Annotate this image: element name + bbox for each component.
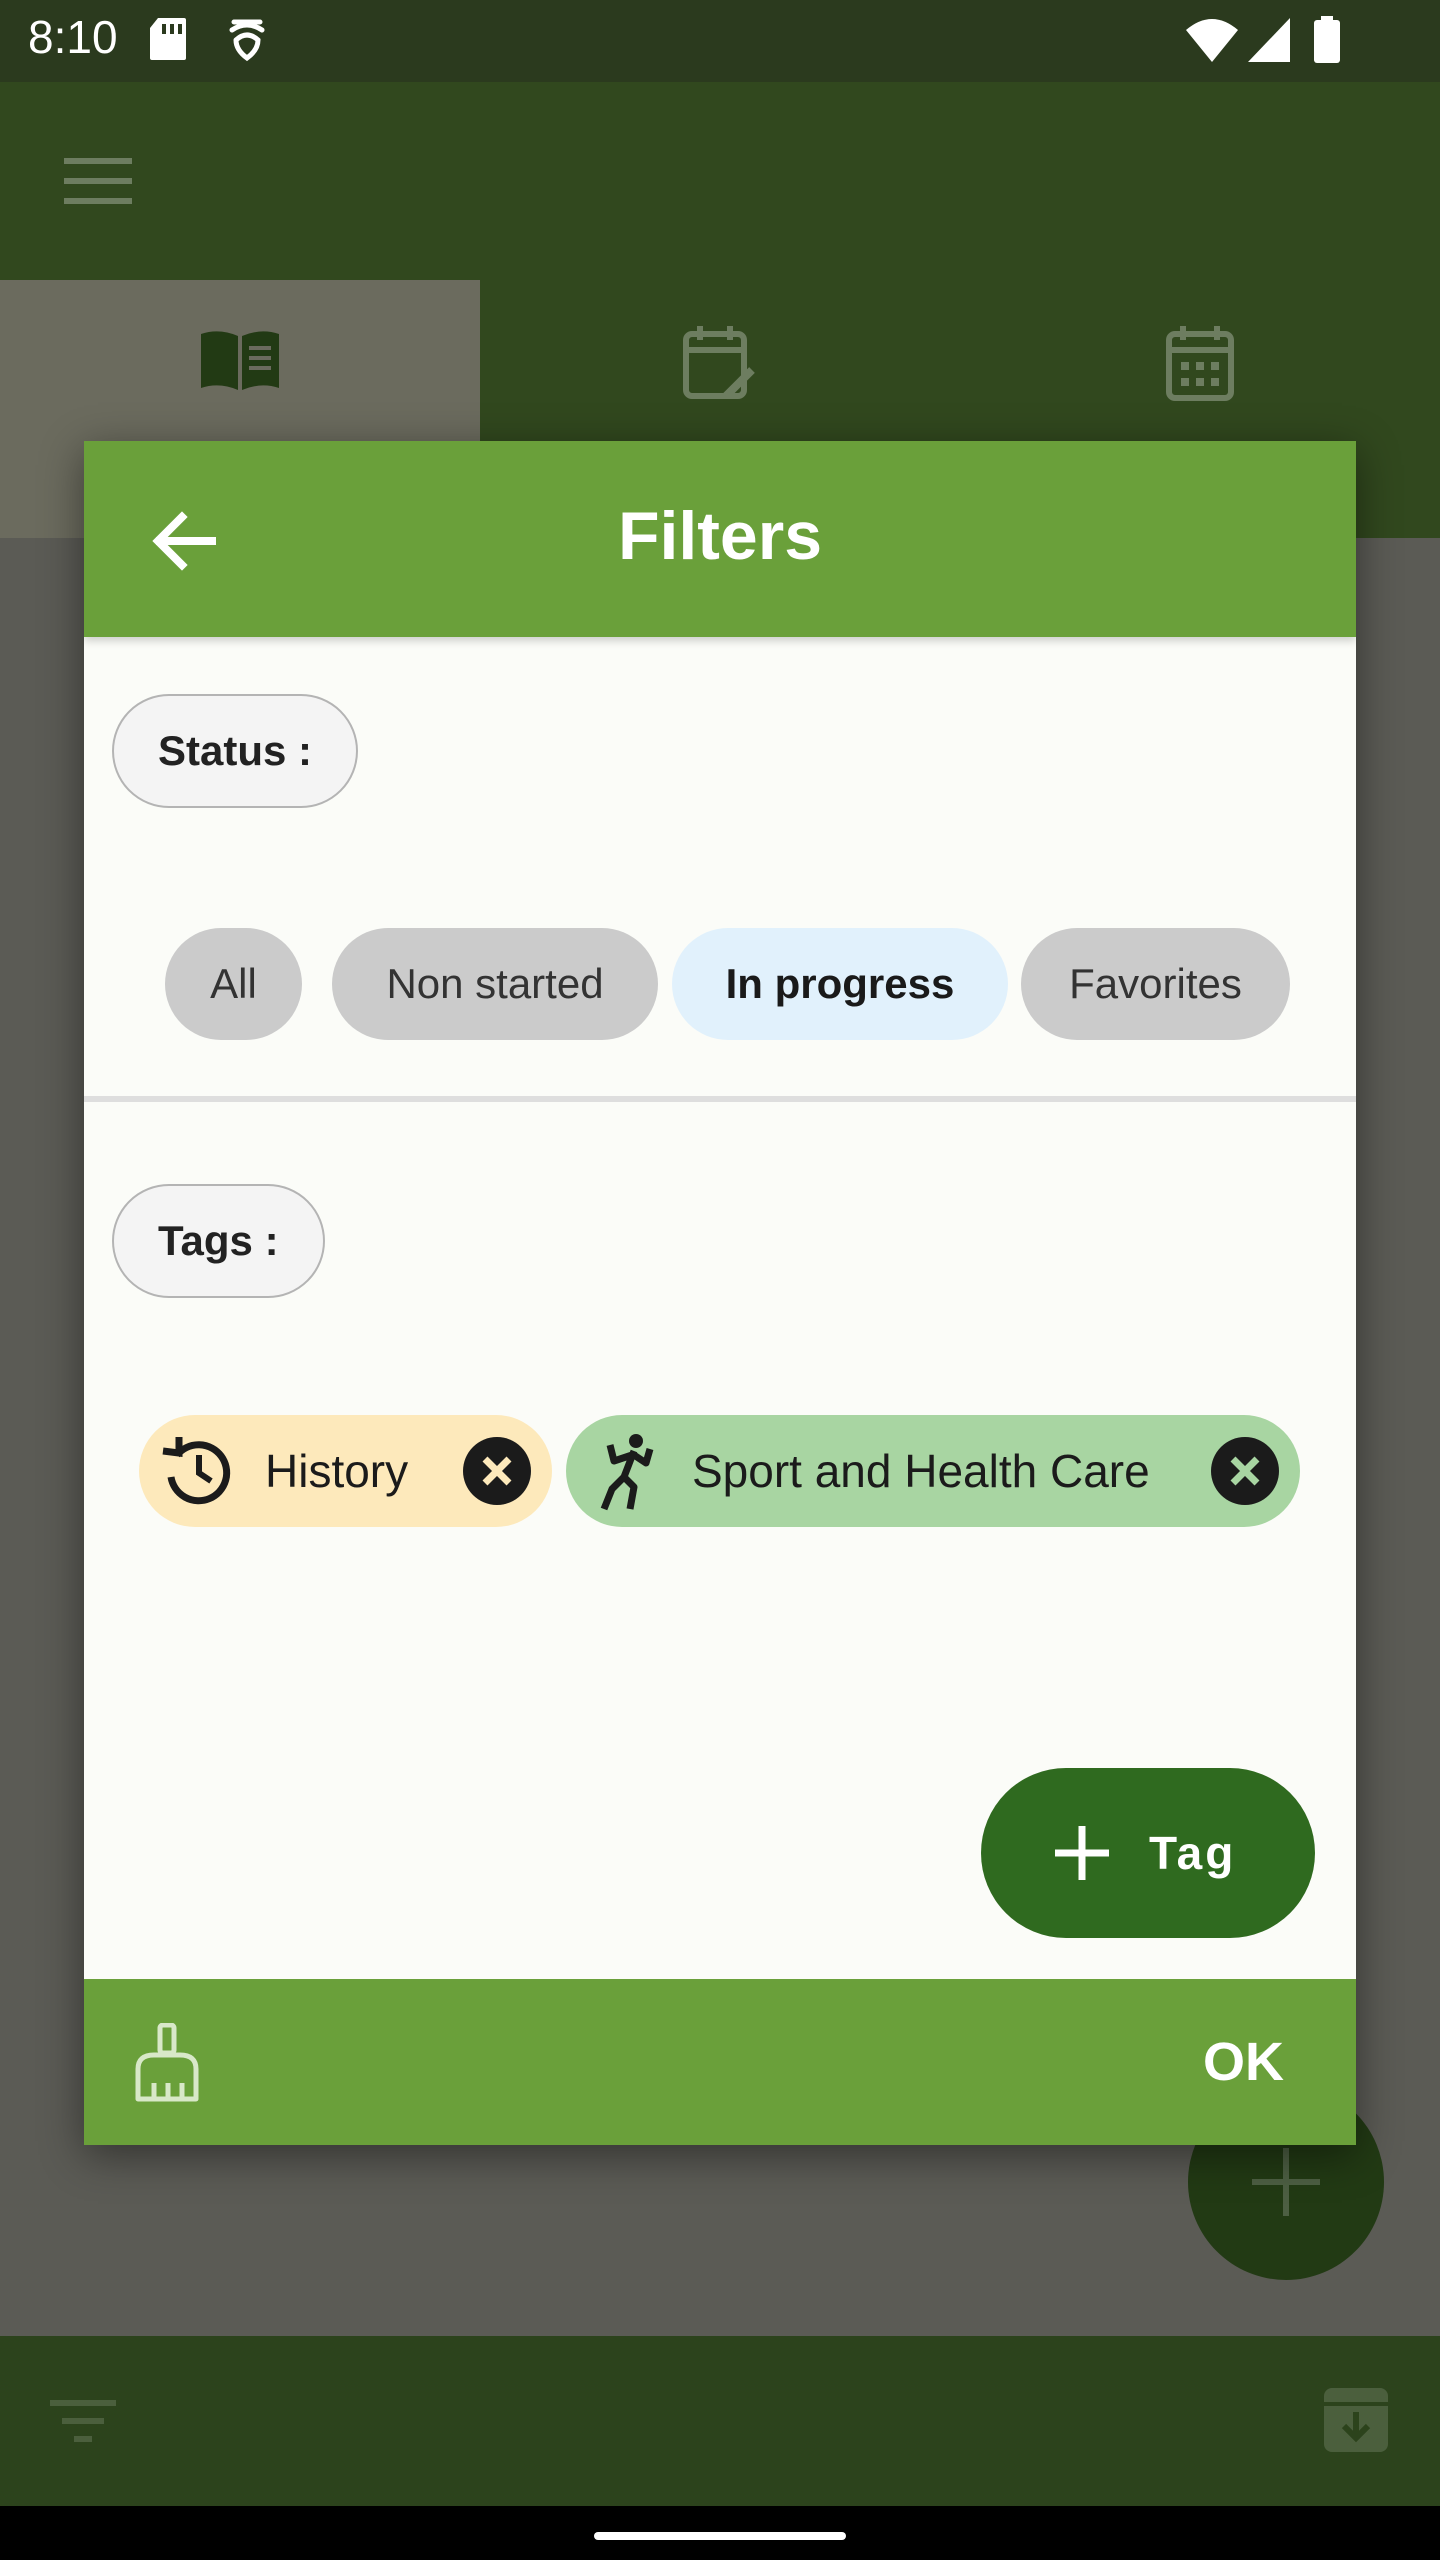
section-divider <box>84 1096 1356 1102</box>
sd-card-icon <box>150 18 186 60</box>
ok-button[interactable]: OK <box>1203 1979 1284 2145</box>
chip-favorites[interactable]: Favorites <box>1021 928 1290 1040</box>
accessibility-icon <box>229 19 265 62</box>
chip-in-progress[interactable]: In progress <box>672 928 1008 1040</box>
filter-icon[interactable] <box>50 2398 116 2444</box>
chip-all[interactable]: All <box>165 928 302 1040</box>
add-tag-button[interactable]: Tag <box>981 1768 1315 1938</box>
history-icon <box>162 1437 231 1505</box>
tags-label: Tags : <box>112 1184 325 1298</box>
home-handle[interactable] <box>594 2532 846 2540</box>
plus-icon <box>1055 1826 1109 1880</box>
status-label: Status : <box>112 694 359 808</box>
chip-non-started[interactable]: Non started <box>332 928 658 1040</box>
signal-icon <box>1248 18 1290 62</box>
broom-icon[interactable] <box>128 2023 208 2103</box>
dialog-footer: OK <box>84 1979 1356 2145</box>
calendar-icon <box>1166 326 1234 401</box>
remove-tag-history-icon[interactable] <box>461 1435 533 1507</box>
dialog-title: Filters <box>617 498 823 574</box>
edit-calendar-icon <box>683 326 755 399</box>
app-bar <box>0 82 1440 280</box>
archive-icon[interactable] <box>1322 2386 1390 2454</box>
dialog-header: Filters <box>84 441 1356 637</box>
battery-icon <box>1314 16 1340 63</box>
remove-tag-sport-icon[interactable] <box>1209 1435 1281 1507</box>
status-bar: 8:10 <box>0 0 1440 82</box>
wifi-icon <box>1186 19 1238 62</box>
filters-dialog: Filters Status : All Non started In prog… <box>84 441 1356 2145</box>
add-tag-label: Tag <box>1149 1827 1237 1879</box>
status-time: 8:10 <box>28 11 118 63</box>
tag-label-history: History <box>265 1445 409 1497</box>
menu-icon[interactable] <box>64 156 132 206</box>
tag-chip-sport-and-health-care[interactable]: Sport and Health Care <box>566 1415 1300 1527</box>
sport-icon <box>600 1434 654 1511</box>
tag-chip-history[interactable]: History <box>139 1415 552 1527</box>
bottom-bar <box>0 2336 1440 2506</box>
tag-label-sport-and-health-care: Sport and Health Care <box>692 1445 1150 1497</box>
book-icon <box>201 331 279 390</box>
